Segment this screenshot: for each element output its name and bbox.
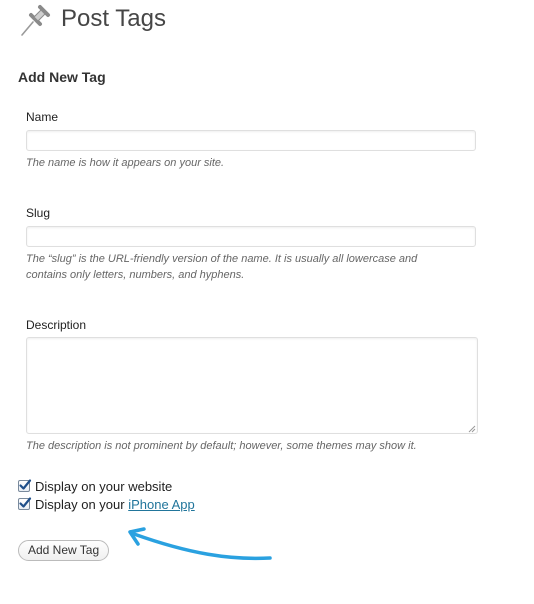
page-title: Post Tags — [61, 5, 166, 32]
name-input[interactable] — [26, 130, 476, 151]
checkmark-icon — [19, 479, 32, 490]
name-help-text: The name is how it appears on your site. — [26, 157, 225, 169]
iphone-app-link[interactable]: iPhone App — [128, 497, 195, 512]
annotation-arrow-icon — [128, 527, 272, 561]
description-help-text: The description is not prominent by defa… — [26, 440, 417, 452]
checkmark-icon — [19, 497, 32, 508]
display-website-checkbox[interactable] — [18, 479, 32, 492]
display-iphone-checkbox[interactable] — [18, 497, 32, 510]
description-textarea[interactable] — [26, 337, 478, 434]
display-iphone-label: Display on your iPhone App — [35, 497, 195, 512]
add-tag-page: Post Tags Add New Tag Name The name is h… — [0, 0, 534, 604]
pushpin-icon — [21, 5, 50, 36]
slug-help-line-2: contains only letters, numbers, and hyph… — [26, 269, 245, 281]
slug-input[interactable] — [26, 226, 476, 247]
display-website-option[interactable]: Display on your website — [18, 478, 172, 494]
slug-label: Slug — [26, 206, 51, 220]
slug-help-text: The “slug” is the URL-friendly version o… — [26, 251, 466, 283]
display-iphone-option[interactable]: Display on your iPhone App — [18, 496, 195, 512]
form-title: Add New Tag — [18, 69, 106, 85]
add-new-tag-button[interactable]: Add New Tag — [18, 540, 110, 561]
page-header — [18, 0, 52, 38]
slug-help-line-1: The “slug” is the URL-friendly version o… — [26, 253, 418, 265]
description-label: Description — [26, 318, 87, 332]
display-website-label: Display on your website — [35, 478, 173, 494]
display-iphone-label-prefix: Display on your — [35, 496, 129, 512]
resize-grip-icon[interactable] — [467, 424, 476, 433]
name-label: Name — [26, 110, 59, 124]
